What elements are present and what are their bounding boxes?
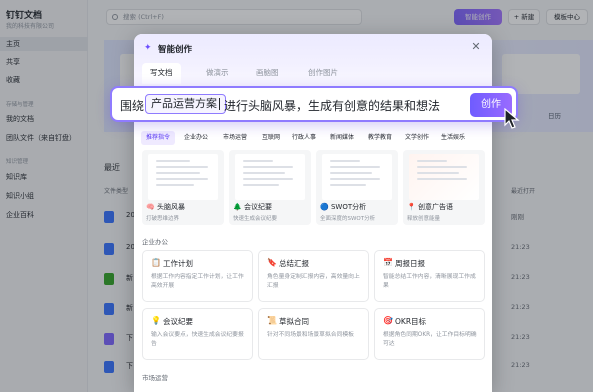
tag-media[interactable]: 新闻媒体 (325, 131, 359, 145)
template-desc: 快速生成会议纪要 (233, 216, 278, 222)
tree-icon: 🌲 (233, 203, 242, 211)
feature-name: 周报日报 (395, 259, 425, 268)
pin-icon: 📍 (407, 203, 416, 211)
feature-desc: 角色量身定制汇报内容，高效量向上汇报 (267, 274, 360, 289)
scroll-icon: 📜 (267, 316, 277, 325)
tag-literature[interactable]: 文学创作 (400, 131, 434, 145)
lightbulb-icon: 💡 (151, 316, 161, 325)
clipboard-icon: 📋 (151, 258, 161, 267)
template-thumbnail (322, 154, 392, 200)
magic-wand-icon: ✦ (144, 43, 152, 53)
template-card-brainstorm[interactable]: 🧠 头脑风暴 打破思维边界 (142, 150, 224, 225)
tag-internet[interactable]: 互联网 (257, 131, 285, 145)
template-thumbnail (409, 154, 479, 200)
template-name: 🌲 会议纪要 (233, 203, 272, 211)
feature-weekly-daily[interactable]: 📅 周报日报 智能总结工作内容，清晰展现工作成果 (374, 250, 485, 302)
target-icon: 🎯 (383, 316, 393, 325)
template-desc: 打破思维边界 (146, 216, 180, 222)
feature-okr[interactable]: 🎯 OKR目标 根据角色同期OKR，让工作目标明确可达 (374, 308, 485, 360)
prompt-suffix: 进行头脑风暴，生成有创意的结果和想法 (224, 99, 441, 113)
template-desc: 释放创意能量 (407, 216, 441, 222)
feature-name: 草拟合同 (279, 317, 309, 326)
tag-marketing[interactable]: 市场运营 (218, 131, 252, 145)
brain-icon: 🧠 (146, 203, 155, 211)
tag-life[interactable]: 生活娱乐 (436, 131, 470, 145)
prompt-prefix: 围绕 (120, 99, 145, 113)
template-name: 🧠 头脑风暴 (146, 203, 185, 211)
calendar-icon: 📅 (383, 258, 393, 267)
tag-recommended[interactable]: 推荐指令 (141, 131, 176, 145)
template-desc: 全面深度的SWOT分析 (320, 216, 376, 222)
dialog-title: 智能创作 (158, 45, 193, 55)
close-icon[interactable]: ✕ (470, 41, 482, 53)
template-name: 📍 创意广告语 (407, 203, 453, 211)
feature-desc: 智能总结工作内容，清晰展现工作成果 (383, 274, 476, 289)
feature-desc: 针对不同场景和场景草拟合同模板 (267, 332, 354, 338)
feature-name: OKR目标 (395, 317, 427, 326)
feature-desc: 根据角色同期OKR，让工作目标明确可达 (383, 332, 477, 347)
prompt-bar[interactable]: 围绕 产品运营方案 进行头脑风暴，生成有创意的结果和想法 创作 (110, 86, 518, 122)
feature-desc: 根据工作内容指定工作计划，让工作高效开展 (151, 274, 244, 289)
circle-icon: 🔵 (320, 203, 329, 211)
feature-name: 总结汇报 (279, 259, 309, 268)
feature-meeting-notes[interactable]: 💡 会议纪要 输入会议要点，快速生成会议纪要报告 (142, 308, 253, 360)
template-card-swot[interactable]: 🔵 SWOT分析 全面深度的SWOT分析 (316, 150, 398, 225)
text-caret (219, 98, 220, 110)
feature-summary-report[interactable]: 🔖 总结汇报 角色量身定制汇报内容，高效量向上汇报 (258, 250, 369, 302)
tab-write-doc[interactable]: 写文档 (142, 63, 181, 84)
tab-presentation[interactable]: 做演示 (206, 67, 229, 78)
feature-name: 工作计划 (163, 259, 193, 268)
tab-mindmap[interactable]: 画脑图 (256, 67, 279, 78)
tag-office[interactable]: 企业办公 (179, 131, 213, 145)
prompt-variable-input[interactable]: 产品运营方案 (145, 94, 226, 114)
feature-desc: 输入会议要点，快速生成会议纪要报告 (151, 332, 244, 347)
feature-draft-contract[interactable]: 📜 草拟合同 针对不同场景和场景草拟合同模板 (258, 308, 369, 360)
template-name: 🔵 SWOT分析 (320, 203, 367, 211)
feature-name: 会议纪要 (163, 317, 193, 326)
feature-work-plan[interactable]: 📋 工作计划 根据工作内容指定工作计划，让工作高效开展 (142, 250, 253, 302)
section-marketing: 市场运营 (142, 374, 168, 382)
template-thumbnail (235, 154, 305, 200)
template-thumbnail (148, 154, 218, 200)
tag-education[interactable]: 教学教育 (363, 131, 397, 145)
template-card-slogan[interactable]: 📍 创意广告语 释放创意能量 (403, 150, 485, 225)
tag-hr[interactable]: 行政人事 (287, 131, 321, 145)
section-office: 企业办公 (142, 238, 168, 246)
bookmark-icon: 🔖 (267, 258, 277, 267)
tab-create-image[interactable]: 创作图片 (308, 67, 338, 78)
template-card-meeting-notes[interactable]: 🌲 会议纪要 快速生成会议纪要 (229, 150, 311, 225)
mouse-cursor-icon (504, 108, 520, 129)
